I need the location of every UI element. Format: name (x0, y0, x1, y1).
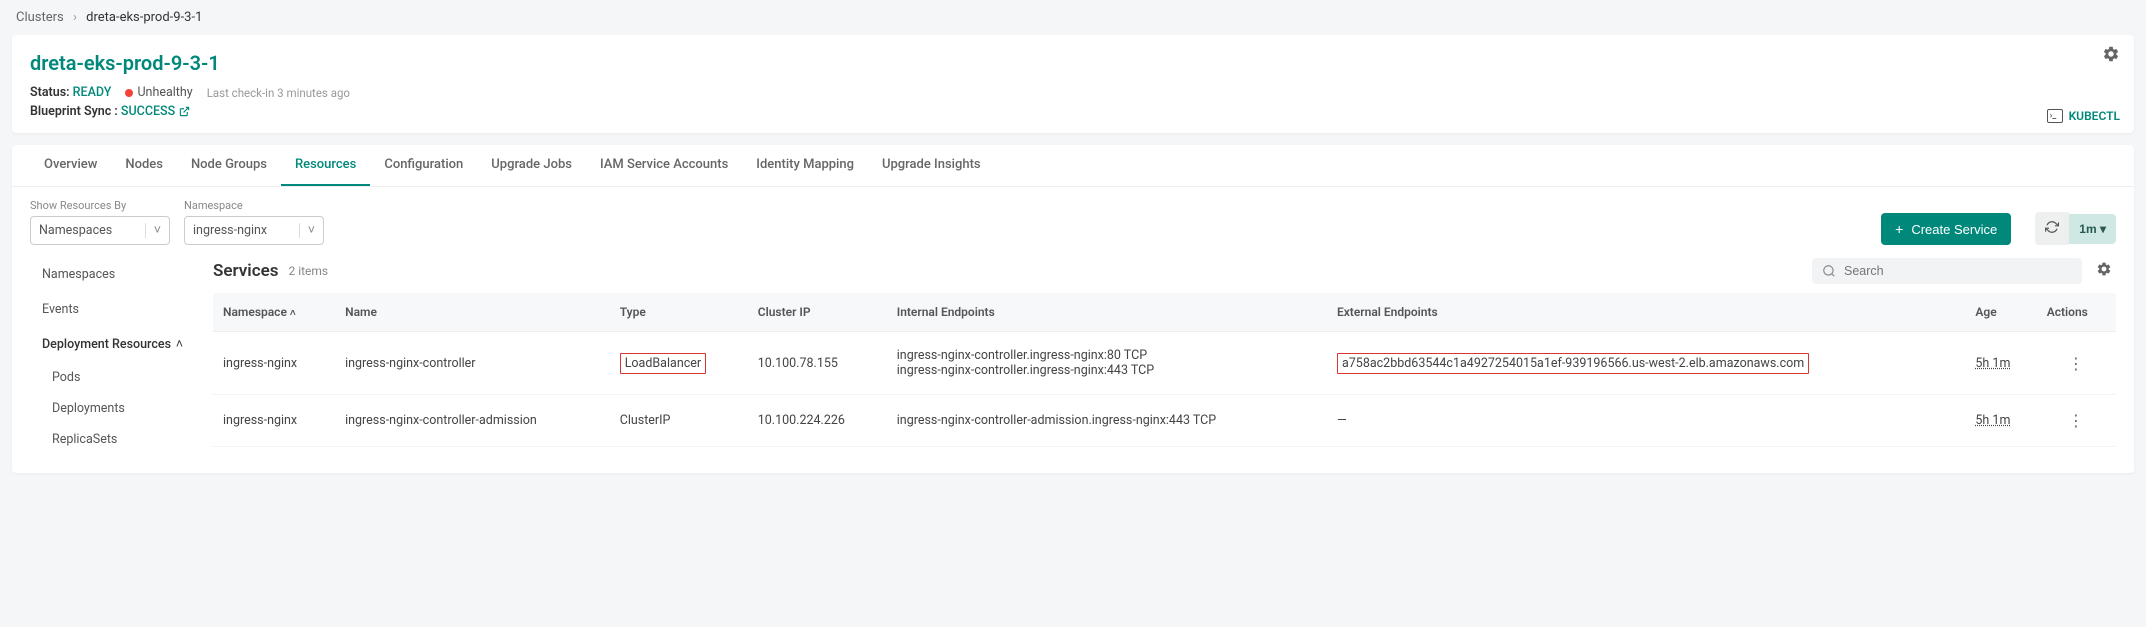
health-status: Unhealthy (137, 85, 192, 100)
cluster-title: dreta-eks-prod-9-3-1 (30, 51, 2116, 75)
cell-external-endpoints: a758ac2bbd63544c1a4927254015a1ef-9391965… (1327, 332, 1965, 395)
breadcrumb-current: dreta-eks-prod-9-3-1 (86, 10, 202, 25)
refresh-interval-select[interactable]: 1m ▾ (2069, 214, 2116, 244)
tab-nodes[interactable]: Nodes (111, 145, 177, 186)
kubectl-button[interactable]: ›_ KUBECTL (2047, 109, 2120, 123)
services-table: Namespace˄ Name Type Cluster IP Internal… (213, 293, 2116, 447)
col-namespace[interactable]: Namespace˄ (213, 293, 335, 332)
sidebar-item-replicasets[interactable]: ReplicaSets (30, 424, 195, 455)
breadcrumb: Clusters › dreta-eks-prod-9-3-1 (0, 0, 2146, 35)
resource-sidebar: Namespaces Events Deployment Resources ˄… (30, 257, 195, 455)
breadcrumb-separator: › (73, 10, 77, 25)
status-label: Status: (30, 85, 70, 100)
cell-type: ClusterIP (610, 395, 748, 447)
chevron-down-icon: ˅ (299, 223, 315, 238)
sidebar-item-deployments[interactable]: Deployments (30, 393, 195, 424)
table-row: ingress-nginxingress-nginx-controller-ad… (213, 395, 2116, 447)
cell-cluster-ip: 10.100.78.155 (748, 332, 887, 395)
row-actions-menu[interactable]: ⋮ (2068, 411, 2085, 430)
resources-card: OverviewNodesNode GroupsResourcesConfigu… (12, 145, 2134, 473)
col-internal-endpoints[interactable]: Internal Endpoints (887, 293, 1327, 332)
last-checkin: Last check-in 3 minutes ago (207, 86, 350, 100)
tab-configuration[interactable]: Configuration (370, 145, 477, 186)
table-settings-icon[interactable] (2092, 257, 2116, 285)
tab-iam-service-accounts[interactable]: IAM Service Accounts (586, 145, 742, 186)
terminal-icon: ›_ (2047, 109, 2063, 123)
namespace-select[interactable]: ingress-nginx ˅ (184, 216, 324, 245)
search-box[interactable] (1812, 258, 2082, 284)
col-cluster-ip[interactable]: Cluster IP (748, 293, 887, 332)
cell-internal-endpoints: ingress-nginx-controller.ingress-nginx:8… (887, 332, 1327, 395)
sidebar-group-deployment-resources[interactable]: Deployment Resources ˄ (30, 327, 195, 362)
cell-cluster-ip: 10.100.224.226 (748, 395, 887, 447)
namespace-label: Namespace (184, 199, 324, 212)
sidebar-item-namespaces[interactable]: Namespaces (30, 257, 195, 292)
chevron-down-icon: ˅ (145, 223, 161, 238)
blueprint-label: Blueprint Sync : (30, 104, 118, 119)
cell-namespace: ingress-nginx (213, 395, 335, 447)
row-actions-menu[interactable]: ⋮ (2068, 354, 2085, 373)
sort-asc-icon: ˄ (290, 308, 296, 319)
search-icon (1822, 264, 1836, 278)
col-external-endpoints[interactable]: External Endpoints (1327, 293, 1965, 332)
col-actions: Actions (2037, 293, 2116, 332)
col-name[interactable]: Name (335, 293, 610, 332)
cell-age: 5h 1m (1965, 395, 2036, 447)
sidebar-item-pods[interactable]: Pods (30, 362, 195, 393)
tab-identity-mapping[interactable]: Identity Mapping (742, 145, 868, 186)
tab-upgrade-insights[interactable]: Upgrade Insights (868, 145, 995, 186)
tab-overview[interactable]: Overview (30, 145, 111, 186)
cell-name: ingress-nginx-controller (335, 332, 610, 395)
chevron-up-icon: ˄ (176, 337, 183, 352)
tab-resources[interactable]: Resources (281, 145, 370, 186)
blueprint-value[interactable]: SUCCESS (121, 104, 190, 119)
show-by-select[interactable]: Namespaces ˅ (30, 216, 170, 245)
cluster-header-card: dreta-eks-prod-9-3-1 Status: READY Unhea… (12, 35, 2134, 133)
main-content: Services 2 items Namespace˄ Name Type Cl (213, 257, 2116, 455)
cell-name: ingress-nginx-controller-admission (335, 395, 610, 447)
search-input[interactable] (1844, 264, 2072, 278)
controls-row: Show Resources By Namespaces ˅ Namespace… (12, 187, 2134, 257)
refresh-icon (2045, 220, 2059, 234)
tab-node-groups[interactable]: Node Groups (177, 145, 281, 186)
tab-bar: OverviewNodesNode GroupsResourcesConfigu… (12, 145, 2134, 187)
cell-type: LoadBalancer (610, 332, 748, 395)
external-link-icon (179, 106, 190, 117)
cell-age: 5h 1m (1965, 332, 2036, 395)
cell-actions: ⋮ (2037, 332, 2116, 395)
status-value: READY (73, 85, 112, 100)
breadcrumb-root[interactable]: Clusters (16, 10, 64, 25)
cell-namespace: ingress-nginx (213, 332, 335, 395)
settings-gear-icon[interactable] (2102, 45, 2120, 67)
sidebar-item-events[interactable]: Events (30, 292, 195, 327)
plus-icon: + (1895, 221, 1903, 237)
cell-external-endpoints: — (1327, 395, 1965, 447)
refresh-button[interactable] (2035, 212, 2069, 245)
services-title: Services (213, 261, 278, 281)
show-by-label: Show Resources By (30, 199, 170, 212)
tab-upgrade-jobs[interactable]: Upgrade Jobs (477, 145, 586, 186)
col-type[interactable]: Type (610, 293, 748, 332)
col-age[interactable]: Age (1965, 293, 2036, 332)
create-service-button[interactable]: + Create Service (1881, 213, 2011, 245)
health-dot-icon (125, 89, 133, 97)
cell-internal-endpoints: ingress-nginx-controller-admission.ingre… (887, 395, 1327, 447)
cell-actions: ⋮ (2037, 395, 2116, 447)
table-row: ingress-nginxingress-nginx-controllerLoa… (213, 332, 2116, 395)
item-count: 2 items (288, 264, 328, 278)
